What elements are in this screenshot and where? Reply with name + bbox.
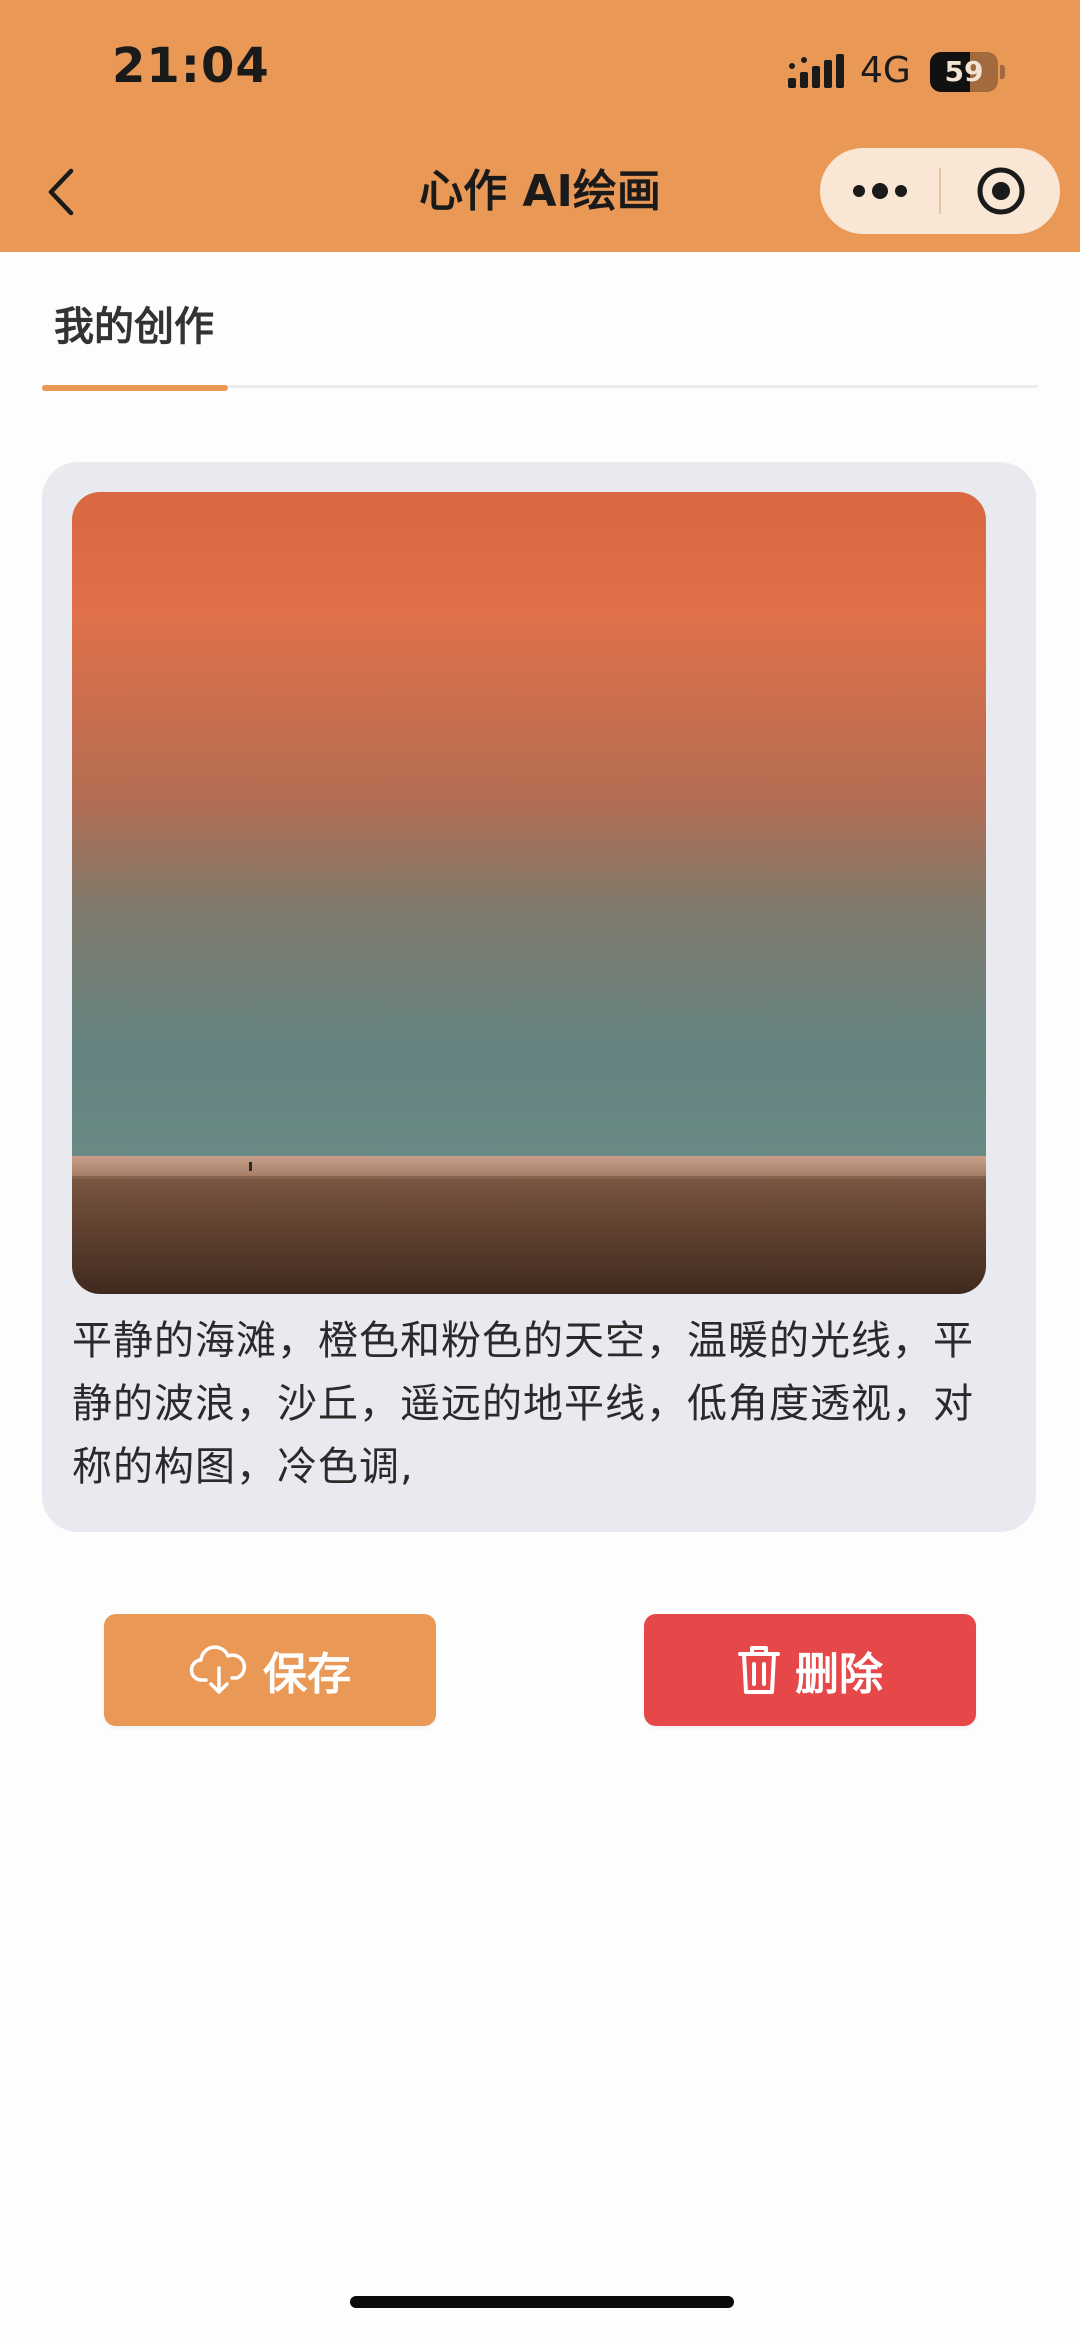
tab-underline xyxy=(42,385,228,391)
more-dots-icon xyxy=(852,183,907,199)
battery-level: 59 xyxy=(944,55,984,88)
creation-card: 平静的海滩，橙色和粉色的天空，温暖的光线，平静的波浪，沙丘，遥远的地平线，低角度… xyxy=(42,462,1036,1532)
tab-my-creations[interactable]: 我的创作 xyxy=(42,254,228,391)
battery-icon: 59 xyxy=(930,52,1006,92)
save-label: 保存 xyxy=(263,1649,351,1700)
status-time: 21:04 xyxy=(112,38,270,94)
home-indicator[interactable] xyxy=(350,2296,734,2308)
beach-sunset-image xyxy=(72,492,986,1294)
more-menu-button[interactable] xyxy=(820,148,939,234)
tab-bar: 我的创作 xyxy=(42,254,1038,391)
save-button[interactable]: 保存 xyxy=(104,1614,436,1726)
generated-artwork[interactable] xyxy=(72,492,986,1294)
screen: 21:04 4G 59 心作 AI绘画 我的创作 平静的海滩，橙色和粉色的天空，… xyxy=(0,0,1080,2337)
page-title: 心作 AI绘画 xyxy=(419,166,661,217)
chevron-left-icon xyxy=(48,168,74,216)
mini-program-capsule xyxy=(820,148,1060,234)
back-button[interactable] xyxy=(36,160,86,224)
delete-label: 删除 xyxy=(795,1649,883,1700)
network-label: 4G xyxy=(860,50,911,91)
signal-icon xyxy=(788,54,844,88)
prompt-text: 平静的海滩，橙色和粉色的天空，温暖的光线，平静的波浪，沙丘，遥远的地平线，低角度… xyxy=(72,1318,974,1490)
close-mini-program-button[interactable] xyxy=(941,148,1060,234)
delete-button[interactable]: 删除 xyxy=(644,1614,976,1726)
tab-label: 我的创作 xyxy=(54,304,214,350)
target-circle-icon xyxy=(977,167,1024,215)
trash-icon xyxy=(738,1646,780,1694)
cloud-download-icon xyxy=(189,1645,247,1694)
app-header: 21:04 4G 59 心作 AI绘画 xyxy=(0,0,1080,252)
